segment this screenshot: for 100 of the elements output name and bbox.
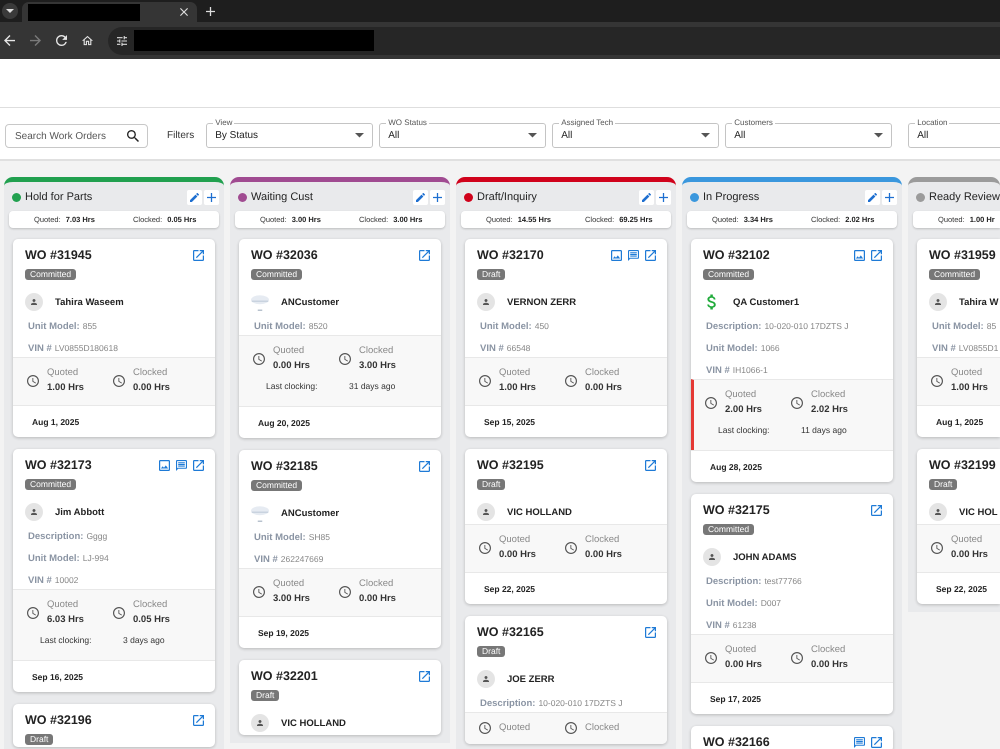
- work-order-card[interactable]: WO #32175 Committed JOHN ADAMS Description: test77766 Unit Model: D007 VIN # 61238 Quoted 0.00 Hrs Clocked 0.00 Hrs Sep 17, 2025: [691, 494, 893, 714]
- edit-button[interactable]: [865, 190, 880, 204]
- external-link-icon[interactable]: [645, 250, 656, 260]
- reload-icon[interactable]: [56, 35, 67, 46]
- tab-list-button[interactable]: [2, 3, 18, 19]
- work-order-card[interactable]: WO #32102 Committed QA Customer1 Description: 10-020-010 17DZTS J Unit Model: 1066 VIN # IH1066-1 Quoted 2.00 Hrs Clocked 2.02 Hrs Last clocking: 11 days ago Aug 28, 2025: [691, 239, 893, 482]
- quoted-value: 1.00 Hrs: [499, 381, 536, 395]
- card-detail: Description: test77766: [705, 575, 803, 588]
- work-order-card[interactable]: WO #32165 Draft JOE ZERR Description: 10-020-010 17DZTS J Quoted Clocked: [465, 616, 667, 744]
- clock-icon: [705, 396, 717, 408]
- add-button[interactable]: [882, 190, 897, 204]
- external-link-icon[interactable]: [645, 460, 656, 470]
- external-link-icon[interactable]: [645, 626, 656, 638]
- add-button[interactable]: [656, 190, 671, 204]
- clock-icon: [27, 374, 39, 386]
- work-order-number: WO #32173: [25, 459, 92, 471]
- person-avatar-icon: [477, 293, 495, 311]
- pencil-icon[interactable]: [868, 192, 877, 202]
- person-avatar-icon: [477, 503, 495, 521]
- status-badge: Draft: [25, 734, 54, 745]
- work-order-card[interactable]: WO #32036 Committed ANCustomer Unit Model: 8520 Quoted 0.00 Hrs Clocked 3.00 Hrs Last clocking: 31 days ago Aug 20, 2025: [239, 239, 441, 438]
- work-order-card[interactable]: WO #32201 Draft VIC HOLLAND: [239, 660, 441, 735]
- quoted-label: Quoted: [47, 366, 80, 379]
- external-link-icon[interactable]: [871, 250, 882, 260]
- plus-icon[interactable]: [207, 192, 216, 202]
- edit-button[interactable]: [413, 190, 428, 204]
- column-title: Ready Review: [929, 191, 1000, 203]
- pencil-icon[interactable]: [642, 192, 651, 202]
- close-icon[interactable]: [180, 8, 188, 16]
- quoted-value: 2.00 Hrs: [725, 403, 762, 417]
- pencil-icon[interactable]: [190, 192, 199, 202]
- card-date: Aug 1, 2025: [936, 416, 984, 426]
- work-order-number: WO #32170: [477, 249, 544, 261]
- caret-down-icon: [528, 133, 538, 138]
- external-link-icon[interactable]: [419, 250, 430, 260]
- notes-icon[interactable]: [628, 250, 639, 260]
- last-clocking-value: 11 days ago: [801, 424, 847, 437]
- edit-button[interactable]: [187, 190, 202, 204]
- work-order-card[interactable]: WO #31945 Committed Tahira Waseem Unit Model: 855 VIN # LV0855D180618 Quoted 1.00 Hrs Clocked 0.00 Hrs Aug 1, 2025: [13, 239, 215, 437]
- work-order-card[interactable]: WO #32196 Draft: [13, 704, 215, 747]
- external-link-icon[interactable]: [871, 736, 882, 748]
- work-order-card[interactable]: WO #32173 Committed Jim Abbott Description: Gggg Unit Model: LJ-994 VIN # 10002 Quoted 6.03 Hrs Clocked 0.05 Hrs Last clocking: 3 days ago Sep 16, 2025: [13, 449, 215, 692]
- edit-button[interactable]: [639, 190, 654, 204]
- clock-icon: [565, 542, 577, 554]
- notes-icon[interactable]: [176, 460, 187, 470]
- work-order-card[interactable]: WO #31959 Committed Tahira W Unit Model: 85 VIN # LV0855D1 Quoted 1.00 Hrs Aug 1, 2025: [917, 239, 1000, 437]
- customer-name: Tahira W: [959, 296, 998, 308]
- clock-icon: [253, 352, 265, 364]
- home-icon[interactable]: [82, 35, 93, 46]
- work-order-card[interactable]: WO #32185 Committed ANCustomer Unit Model: SH85 VIN # 262247669 Quoted 3.00 Hrs Clocked 0.00 Hrs Sep 19, 2025: [239, 450, 441, 648]
- quoted-value: 1.00 Hrs: [47, 381, 84, 395]
- quoted-value: 3.00 Hrs: [273, 592, 310, 606]
- image-icon[interactable]: [854, 250, 865, 260]
- notes-icon[interactable]: [854, 736, 865, 748]
- clock-icon: [479, 374, 491, 386]
- column-title: Waiting Cust: [251, 191, 313, 203]
- external-link-icon[interactable]: [419, 460, 430, 472]
- plus-icon[interactable]: [659, 192, 668, 202]
- new-tab-icon[interactable]: [206, 7, 215, 16]
- search-icon[interactable]: [127, 130, 139, 142]
- work-order-card[interactable]: WO #32195 Draft VIC HOLLAND Quoted 0.00 Hrs Clocked 0.00 Hrs Sep 22, 2025: [465, 449, 667, 604]
- search-field[interactable]: Search Work Orders: [5, 124, 148, 148]
- sliders-icon[interactable]: [117, 36, 127, 46]
- image-icon[interactable]: [159, 460, 170, 470]
- pencil-icon[interactable]: [416, 192, 425, 202]
- status-badge: Committed: [251, 480, 302, 491]
- card-detail: Unit Model: 855: [27, 320, 98, 333]
- work-order-number: WO #32201: [251, 670, 318, 682]
- card-detail: Unit Model: 1066: [705, 342, 781, 355]
- external-link-icon[interactable]: [419, 670, 430, 682]
- caret-down-icon: [701, 133, 710, 138]
- quoted-value: 6.03 Hrs: [47, 613, 84, 627]
- work-order-number: WO #32102: [703, 249, 770, 261]
- image-icon[interactable]: [611, 250, 622, 260]
- back-arrow-icon[interactable]: [4, 35, 15, 46]
- clock-icon: [565, 722, 577, 734]
- external-link-icon[interactable]: [193, 250, 204, 260]
- clocked-value: 0.00 Hrs: [359, 592, 396, 606]
- work-order-card[interactable]: WO #32170 Draft VERNON ZERR Unit Model: 450 VIN # 66548 Quoted 1.00 Hrs Clocked 0.00 Hrs Sep 15, 2025: [465, 239, 667, 437]
- plus-icon[interactable]: [885, 192, 894, 202]
- clocked-label: Clocked: [585, 721, 620, 734]
- add-button[interactable]: [204, 190, 219, 204]
- clocked-value: 0.00 Hrs: [133, 381, 170, 395]
- card-detail: Unit Model: 85: [931, 320, 998, 333]
- status-badge: Committed: [25, 479, 76, 490]
- work-order-card[interactable]: WO #32199 Draft VIC HOL Quoted 0.00 Hrs Sep 22, 2025: [917, 449, 1000, 604]
- add-button[interactable]: [430, 190, 445, 204]
- work-order-number: WO #31959: [929, 249, 996, 261]
- work-order-card[interactable]: WO #32166: [691, 726, 893, 749]
- external-link-icon[interactable]: [871, 504, 882, 516]
- quoted-label: Quoted: [951, 366, 984, 379]
- clocked-value: 3.00 Hrs: [359, 359, 396, 373]
- last-clocking-label: Last clocking:: [717, 424, 770, 437]
- customer-name: Jim Abbott: [55, 506, 104, 518]
- clock-icon: [479, 542, 491, 554]
- plus-icon[interactable]: [433, 192, 442, 202]
- external-link-icon[interactable]: [193, 714, 204, 726]
- caret-down-icon[interactable]: [6, 9, 14, 13]
- card-detail: VIN # 66548: [479, 342, 532, 355]
- external-link-icon[interactable]: [193, 460, 204, 470]
